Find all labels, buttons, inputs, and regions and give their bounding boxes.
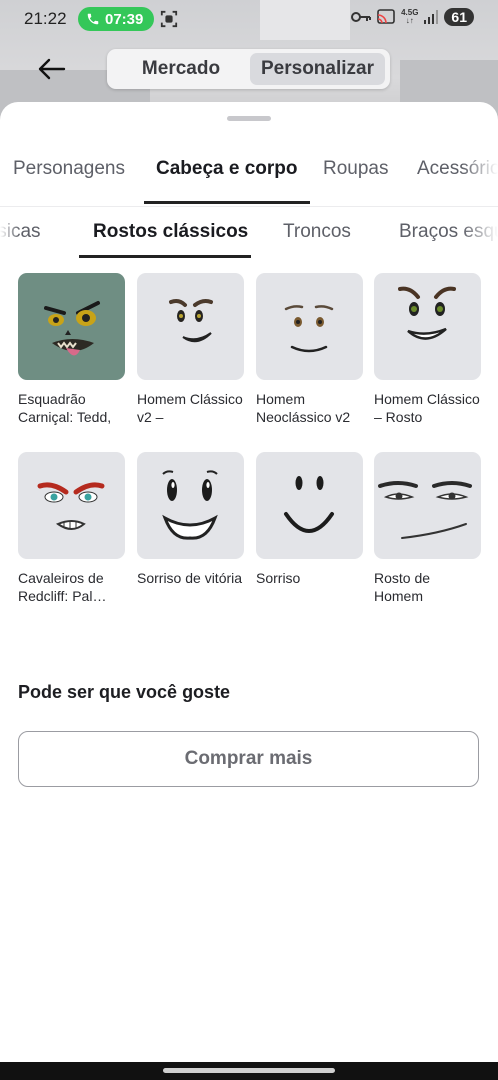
subtab-troncos[interactable]: Troncos — [283, 221, 351, 243]
classic-man-v2-face-thumbnail — [137, 273, 244, 380]
neoclassic-man-face-icon — [284, 305, 334, 353]
segment-personalizar[interactable]: Personalizar — [250, 53, 385, 85]
item-name: Homem Neoclássico v2 — [256, 391, 351, 425]
redcliff-knight-face-icon — [37, 482, 105, 530]
tab-roupas[interactable]: Roupas — [323, 158, 389, 180]
status-bar: 21:22 07:39 4.5G ↓↑ 61 — [0, 0, 498, 38]
item-name: Sorriso de vitória — [137, 570, 243, 586]
neoclassic-man-face-thumbnail — [256, 273, 363, 380]
face-item[interactable]: Rosto de Homem — [374, 452, 481, 605]
face-item[interactable]: Homem Clássico – Rosto — [374, 273, 481, 426]
active-subtab-indicator — [79, 255, 251, 258]
status-time: 21:22 — [24, 9, 67, 28]
smile-face-icon — [284, 476, 334, 533]
home-indicator[interactable] — [163, 1068, 335, 1073]
zombie-face-icon — [44, 301, 100, 356]
subtab-rostos-classicos[interactable]: Rostos clássicos — [93, 221, 248, 243]
mode-segmented-control: Mercado Personalizar — [107, 49, 390, 89]
face-item[interactable]: Cavaleiros de Redcliff: Pal… — [18, 452, 125, 605]
item-name: Esquadrão Carniçal: Tedd, — [18, 391, 112, 425]
smile-face-thumbnail — [256, 452, 363, 559]
customize-sheet: Personagens Cabeça e corpo Roupas Acessó… — [0, 102, 498, 1080]
network-indicator: 4.5G ↓↑ — [401, 8, 419, 25]
redcliff-knight-face-thumbnail — [18, 452, 125, 559]
face-item[interactable]: Sorriso — [256, 452, 363, 605]
item-name: Cavaleiros de Redcliff: Pal… — [18, 570, 107, 604]
cast-icon — [377, 9, 395, 24]
face-item[interactable]: Homem Clássico v2 – — [137, 273, 244, 426]
item-name: Homem Clássico v2 – — [137, 391, 243, 425]
battery-level: 61 — [444, 8, 474, 26]
item-name: Homem Clássico – Rosto — [374, 391, 480, 425]
sheet-drag-handle[interactable] — [227, 116, 271, 121]
face-item[interactable]: Sorriso de vitória — [137, 452, 244, 605]
phone-icon — [87, 13, 99, 25]
man-face-thumbnail — [374, 452, 481, 559]
category-tabs: Personagens Cabeça e corpo Roupas Acessó… — [0, 148, 498, 206]
segment-mercado[interactable]: Mercado — [112, 53, 250, 85]
classic-man-v2-face-icon — [169, 299, 213, 343]
winning-smile-face-icon — [162, 470, 218, 540]
vpn-key-icon — [351, 12, 372, 22]
classic-man-face-thumbnail — [374, 273, 481, 380]
item-name: Rosto de Homem — [374, 570, 431, 604]
call-duration: 07:39 — [105, 10, 144, 28]
face-item[interactable]: Homem Neoclássico v2 — [256, 273, 363, 426]
signal-icon — [424, 10, 439, 24]
tab-personagens[interactable]: Personagens — [13, 158, 125, 180]
subcategory-tabs: Básicas Rostos clássicos Troncos Braços … — [0, 206, 498, 259]
active-tab-indicator — [144, 201, 310, 204]
shop-more-button[interactable]: Comprar mais — [18, 731, 479, 787]
zombie-face-thumbnail — [18, 273, 125, 380]
man-face-icon — [378, 481, 472, 539]
tab-cabeca-e-corpo[interactable]: Cabeça e corpo — [156, 158, 298, 180]
recommendations-title: Pode ser que você goste — [18, 682, 231, 702]
screenshot-scan-icon — [160, 10, 178, 28]
winning-smile-face-thumbnail — [137, 452, 244, 559]
back-arrow-icon[interactable] — [36, 56, 66, 82]
classic-man-face-icon — [398, 286, 456, 340]
ongoing-call-pill[interactable]: 07:39 — [78, 7, 155, 31]
face-item[interactable]: Esquadrão Carniçal: Tedd, — [18, 273, 125, 426]
item-name: Sorriso — [256, 570, 301, 586]
